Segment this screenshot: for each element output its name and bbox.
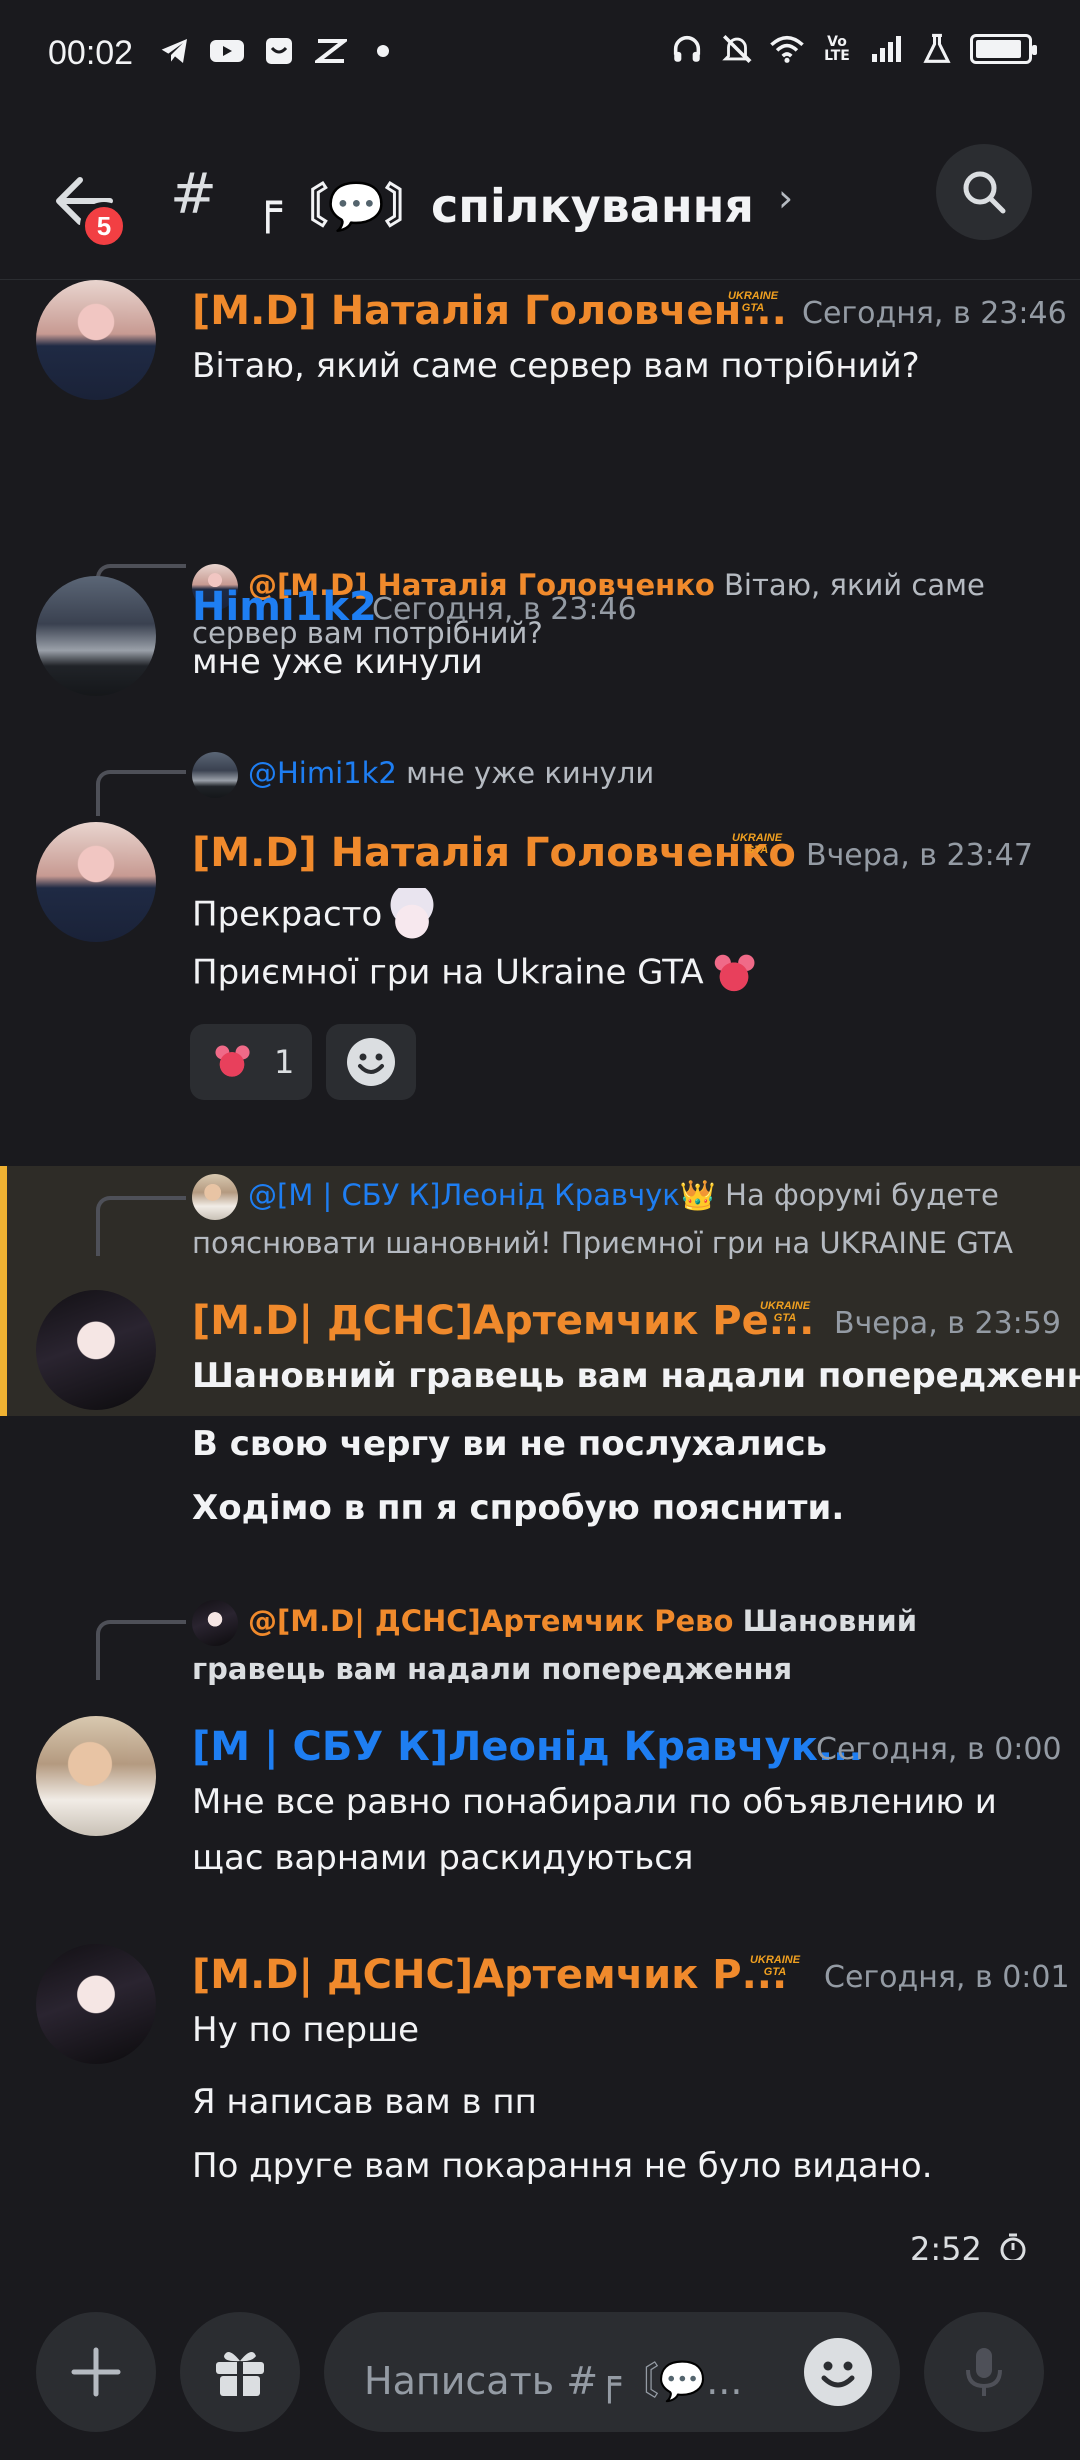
channel-title[interactable]: ╒〘💬〙спілкування <box>254 170 754 236</box>
unread-badge: 5 <box>80 202 128 250</box>
message-text: щас варнами раскидуються <box>192 1838 694 1878</box>
message-text: мне уже кинули <box>192 642 483 682</box>
message-input[interactable]: Написать #╒〘💬... <box>324 2312 900 2432</box>
pink-creature-emoji-icon <box>705 946 762 1002</box>
telegram-icon <box>158 34 192 68</box>
timestamp: Сегодня, в 23:46 <box>372 592 637 627</box>
reactions-bar: 1 <box>190 1024 417 1100</box>
avatar[interactable] <box>36 1944 156 2064</box>
message-text: Ходімо в пп я спробую пояснити. <box>192 1488 845 1528</box>
gift-icon <box>216 2352 264 2396</box>
attach-button[interactable] <box>36 2312 156 2432</box>
message-composer: Написать #╒〘💬... <box>0 2288 1080 2460</box>
message-text: Я написав вам в пп <box>192 2082 537 2122</box>
role-tag-icon: UKRAINE GTA <box>759 1300 811 1324</box>
timestamp: Сегодня, в 0:01 <box>824 1960 1070 1995</box>
reply-connector <box>96 1620 186 1680</box>
timestamp: Сегодня, в 0:00 <box>816 1732 1062 1767</box>
reply-mention: @[M | СБУ К]Леонід Кравчук👑 <box>248 1178 716 1212</box>
mute-icon <box>720 32 754 66</box>
avatar[interactable] <box>36 1716 156 1836</box>
reply-connector <box>96 770 186 816</box>
avatar[interactable] <box>36 822 156 942</box>
youtube-icon <box>210 34 244 68</box>
author-name[interactable]: [M.D| ДСНС]Артемчик Ре... <box>192 1298 814 1344</box>
system-icons: Vo LTE <box>670 32 1037 66</box>
wifi-icon <box>770 32 804 66</box>
emoji-button[interactable] <box>804 2338 872 2406</box>
pink-creature-emoji-icon <box>208 1038 256 1086</box>
search-button[interactable] <box>936 144 1032 240</box>
reply-preview[interactable]: @Himi1k2 мне уже кинули <box>192 750 1040 798</box>
battery-icon <box>970 34 1037 64</box>
gift-button[interactable] <box>180 2312 300 2432</box>
avatar[interactable] <box>36 1290 156 1410</box>
message-list[interactable]: [M.D] Наталія Головчен... UKRAINE GTA Се… <box>0 280 1080 2260</box>
smile-icon <box>347 1038 396 1086</box>
flask-icon <box>920 32 954 66</box>
signal-icon <box>870 32 904 66</box>
role-tag-icon: UKRAINE GTA <box>727 290 779 314</box>
dot-icon <box>366 34 400 68</box>
reply-avatar <box>192 1174 238 1220</box>
reply-preview[interactable]: @[M.D| ДСНС]Артемчик Рево Шановний граве… <box>192 1598 1040 1692</box>
role-tag-icon: UKRAINE GTA <box>749 1954 801 1978</box>
slowmode-timer: 2:52 <box>910 2230 1028 2260</box>
status-time: 00:02 <box>48 34 134 72</box>
message-text: Прекрасто <box>192 888 441 944</box>
message-text: Мне все равно понабирали по объявлению и <box>192 1782 997 1822</box>
author-name[interactable]: [M.D] Наталія Головчен... <box>192 288 787 334</box>
avatar[interactable] <box>36 280 156 400</box>
message-text: Вітаю, який саме сервер вам потрібний? <box>192 346 920 386</box>
stopwatch-icon <box>1000 2233 1026 2260</box>
voice-button[interactable] <box>924 2312 1044 2432</box>
chevron-right-icon[interactable]: › <box>778 176 793 220</box>
notification-icons <box>158 34 400 68</box>
author-name[interactable]: [M | СБУ К]Леонід Кравчук... <box>192 1724 863 1770</box>
volte-label: Vo LTE <box>824 34 850 64</box>
mail-icon <box>262 34 296 68</box>
status-bar: 00:02 Vo LTE <box>0 0 1080 110</box>
message-text: Ну по перше <box>192 2010 420 2050</box>
timestamp: Вчера, в 23:59 <box>834 1306 1061 1341</box>
add-reaction-button[interactable] <box>326 1024 417 1100</box>
message-placeholder: Написать #╒〘💬... <box>364 2359 743 2403</box>
reply-avatar <box>192 1600 238 1646</box>
reply-mention: @[M.D| ДСНС]Артемчик Рево <box>248 1604 734 1638</box>
plus-icon <box>71 2347 121 2397</box>
reply-text: мне уже кинули <box>406 756 655 790</box>
channel-hash-icon: # <box>170 162 217 227</box>
reaction-pill[interactable]: 1 <box>190 1024 313 1100</box>
role-tag-icon: UKRAINE GTA <box>731 832 783 856</box>
reply-preview[interactable]: @[M | СБУ К]Леонід Кравчук👑 На форумі бу… <box>192 1172 1040 1266</box>
author-name[interactable]: Himi1k2 <box>192 584 377 630</box>
timestamp: Вчера, в 23:47 <box>806 838 1033 873</box>
capcut-icon <box>314 34 348 68</box>
message-text: По друге вам покарання не було видано. <box>192 2146 933 2186</box>
search-icon <box>963 171 1006 214</box>
author-name[interactable]: [M.D] Наталія Головченко <box>192 830 796 876</box>
reply-connector <box>96 1196 186 1256</box>
channel-header: 5 # ╒〘💬〙спілкування › <box>0 110 1080 280</box>
anime-girl-emoji-icon <box>384 888 441 944</box>
avatar[interactable] <box>36 576 156 696</box>
slowmode-time: 2:52 <box>909 2230 982 2260</box>
reply-avatar <box>192 752 238 798</box>
headphones-icon <box>670 32 704 66</box>
author-name[interactable]: [M.D| ДСНС]Артемчик Р... <box>192 1952 787 1998</box>
message-text: Шановний гравець вам надали попередження <box>192 1356 1080 1396</box>
timestamp: Сегодня, в 23:46 <box>802 296 1067 331</box>
reply-mention: @Himi1k2 <box>248 756 397 790</box>
microphone-icon <box>966 2348 1002 2396</box>
message-text: Приємної гри на Ukraine GTA <box>192 946 762 1002</box>
reaction-count: 1 <box>274 1043 295 1081</box>
message-text: В свою чергу ви не послухались <box>192 1424 828 1464</box>
volte-icon: Vo LTE <box>820 32 854 66</box>
emoji-icon <box>821 2361 855 2388</box>
